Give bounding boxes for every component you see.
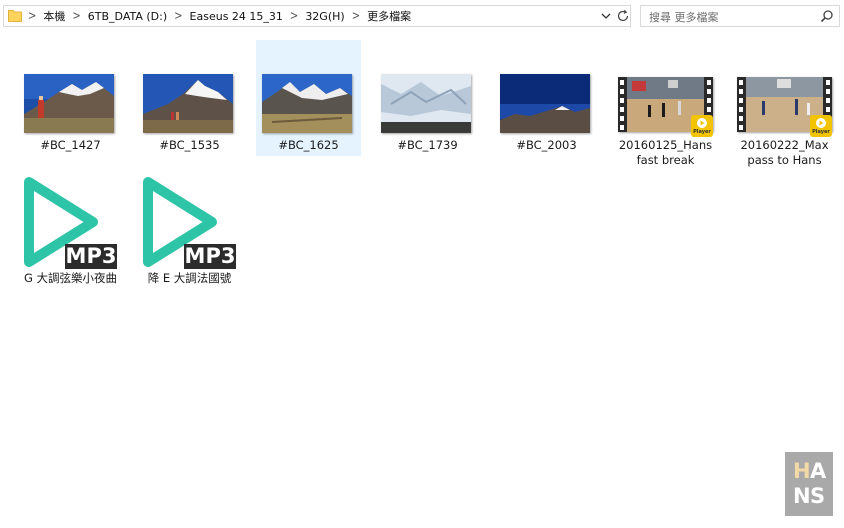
player-badge-icon: Player <box>691 115 713 137</box>
search-input[interactable]: 搜尋 更多檔案 <box>649 9 719 25</box>
logo-letter: S <box>810 484 826 508</box>
logo-letter: H <box>793 459 811 483</box>
address-bar[interactable]: > 本機 > 6TB_DATA (D:) > Easeus 24 15_31 >… <box>3 5 631 27</box>
search-icon[interactable] <box>820 9 834 23</box>
logo-letter: N <box>793 484 811 508</box>
file-label: #BC_1535 <box>159 138 220 152</box>
file-label: #BC_1739 <box>397 138 458 152</box>
search-box[interactable]: 搜尋 更多檔案 <box>640 5 840 27</box>
image-thumbnail <box>381 74 471 133</box>
file-item-bc2003[interactable]: #BC_2003 <box>494 40 599 156</box>
chevron-right-icon[interactable]: > <box>350 9 362 22</box>
mp3-badge: MP3 <box>65 244 117 269</box>
image-thumbnail <box>500 74 590 133</box>
chevron-right-icon[interactable]: > <box>70 9 82 22</box>
breadcrumb-drive[interactable]: 6TB_DATA (D:) <box>83 10 172 23</box>
file-item-bc1427[interactable]: #BC_1427 <box>18 40 123 156</box>
file-item-mp3-1[interactable]: MP3 G 大調弦樂小夜曲 <box>18 170 123 302</box>
folder-icon <box>8 10 22 22</box>
refresh-icon[interactable] <box>615 8 631 24</box>
file-label: 降 E 大調法國號 <box>147 271 232 285</box>
logo-letter: A <box>810 459 827 483</box>
hans-logo: H A N S <box>785 452 833 516</box>
file-label: #BC_1427 <box>40 138 101 152</box>
file-item-bc1739[interactable]: #BC_1739 <box>375 40 480 156</box>
file-item-bc1535[interactable]: #BC_1535 <box>137 40 242 156</box>
player-badge-label: Player <box>693 129 711 135</box>
file-item-bc1625[interactable]: #BC_1625 <box>256 40 361 156</box>
chevron-right-icon[interactable]: > <box>288 9 300 22</box>
player-badge-icon: Player <box>810 115 832 137</box>
file-label: #BC_1625 <box>278 138 339 152</box>
file-item-mp3-2[interactable]: MP3 降 E 大調法國號 <box>137 170 242 290</box>
file-label: 20160125_Hans fast break <box>618 138 713 167</box>
mp3-badge: MP3 <box>184 244 236 269</box>
breadcrumb: > 本機 > 6TB_DATA (D:) > Easeus 24 15_31 >… <box>26 6 416 26</box>
top-bar: > 本機 > 6TB_DATA (D:) > Easeus 24 15_31 >… <box>0 0 844 32</box>
chevron-right-icon[interactable]: > <box>26 9 38 22</box>
file-label: 20160222_Max pass to Hans <box>740 138 829 167</box>
chevron-right-icon[interactable]: > <box>172 9 184 22</box>
breadcrumb-32g[interactable]: 32G(H) <box>300 10 349 23</box>
file-label: #BC_2003 <box>516 138 577 152</box>
breadcrumb-easeus[interactable]: Easeus 24 15_31 <box>185 10 288 23</box>
player-badge-label: Player <box>812 129 830 135</box>
chevron-down-icon[interactable] <box>599 9 613 23</box>
breadcrumb-current[interactable]: 更多檔案 <box>362 8 416 24</box>
file-label: G 大調弦樂小夜曲 <box>23 271 118 285</box>
breadcrumb-this-pc[interactable]: 本機 <box>38 8 70 24</box>
file-item-video-2[interactable]: Player 20160222_Max pass to Hans <box>732 40 837 170</box>
file-item-video-1[interactable]: Player 20160125_Hans fast break <box>613 40 718 170</box>
image-thumbnail <box>262 74 352 133</box>
image-thumbnail <box>24 74 114 133</box>
image-thumbnail <box>143 74 233 133</box>
